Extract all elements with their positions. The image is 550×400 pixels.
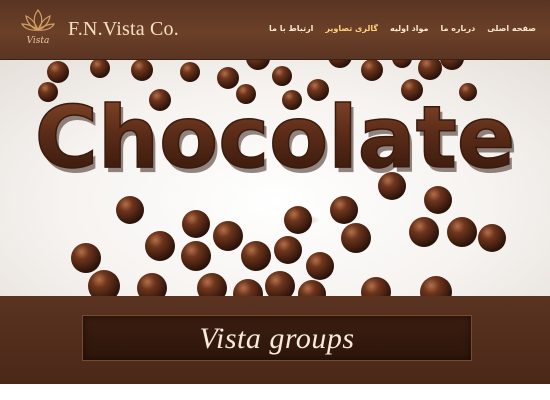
chocolate-hero-image: Chocolate Chocolate [34,60,518,296]
site-header: Vista F.N.Vista Co. صفحه اصلی درباره ما … [0,0,550,60]
lotus-icon [21,9,55,31]
wordmark-text: Chocolate [35,88,515,188]
logo[interactable]: Vista [14,6,62,56]
caption-box: Vista groups [82,315,472,361]
nav-contact[interactable]: ارتباط با ما [269,24,313,33]
caption-text: Vista groups [199,322,355,355]
nav-gallery[interactable]: گالری تصاویر [325,24,378,33]
bottom-strip [0,384,550,400]
brand-name[interactable]: F.N.Vista Co. [68,18,179,41]
nav-materials[interactable]: مواد اولیه [390,24,428,33]
logo-text: Vista [26,36,50,46]
nav-home[interactable]: صفحه اصلی [487,24,536,33]
main-nav: صفحه اصلی درباره ما مواد اولیه گالری تصا… [269,24,536,33]
hero-banner: Chocolate Chocolate [0,60,550,296]
caption-band: Vista groups [0,296,550,384]
nav-about[interactable]: درباره ما [440,24,475,33]
chocolate-wordmark: Chocolate Chocolate [34,87,518,193]
